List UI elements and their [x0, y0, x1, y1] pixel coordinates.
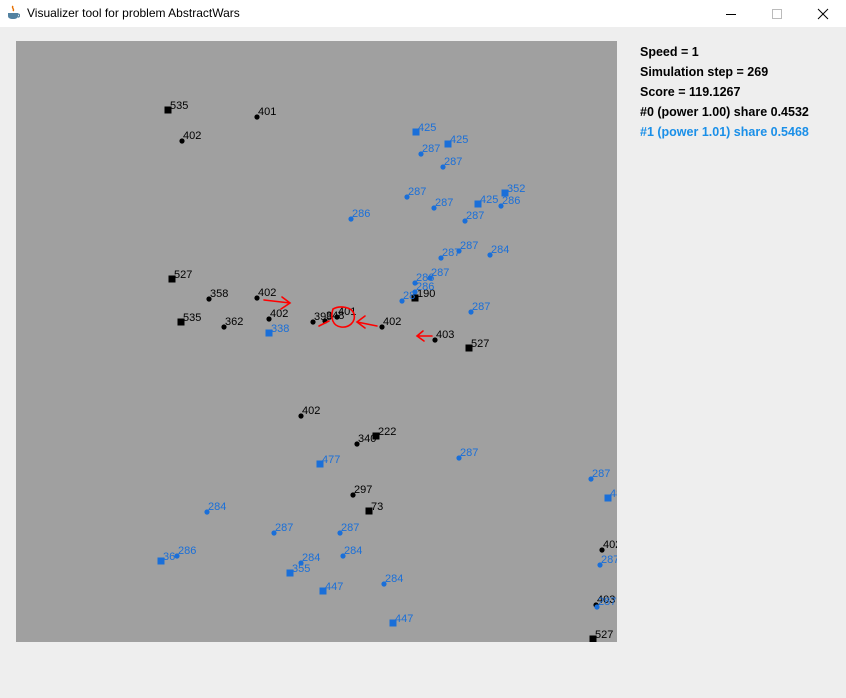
base-label: 425: [450, 134, 468, 146]
troop-label: 401: [258, 106, 276, 118]
base-label: 527: [595, 629, 613, 641]
base-label: 527: [471, 338, 489, 350]
base-label: 425: [418, 122, 436, 134]
troop-label: 284: [344, 545, 362, 557]
base-label: 489: [610, 488, 617, 500]
troop-label: 28: [403, 290, 415, 302]
troop-label: 287: [598, 596, 616, 608]
troop-label: 403: [436, 329, 454, 341]
troop-label: 287: [460, 240, 478, 252]
troop-label: 402: [383, 316, 401, 328]
troop-label: 287: [341, 522, 359, 534]
troop-label: 287: [408, 186, 426, 198]
troop-label: 287: [435, 197, 453, 209]
troop-label: 287: [592, 468, 610, 480]
troop-label: 402: [270, 308, 288, 320]
troop-label: 287: [466, 210, 484, 222]
base-label: 477: [322, 454, 340, 466]
base-label: 36: [163, 551, 175, 563]
troop-label: 287: [422, 143, 440, 155]
maximize-button[interactable]: [754, 0, 800, 27]
minimize-icon: [726, 14, 736, 15]
troop-label: 362: [225, 316, 243, 328]
troop-label: 402: [183, 130, 201, 142]
visualizer-window: Visualizer tool for problem AbstractWars…: [0, 0, 846, 698]
troop-label: 286: [178, 545, 196, 557]
troop-label: 284: [385, 573, 403, 585]
base-label: 222: [378, 426, 396, 438]
troop-label: 402: [603, 539, 617, 551]
troop-label: 297: [354, 484, 372, 496]
troop-label: 284: [208, 501, 226, 513]
base-label: 535: [170, 100, 188, 112]
troop-label: 286: [502, 195, 520, 207]
troop-label: 287: [601, 554, 617, 566]
base-label: 447: [395, 613, 413, 625]
base-label: 73: [371, 501, 383, 513]
speed-readout: Speed = 1: [640, 45, 699, 59]
window-title: Visualizer tool for problem AbstractWars: [27, 6, 240, 20]
simulation-step-readout: Simulation step = 269: [640, 65, 769, 79]
troop-label: 287: [442, 247, 460, 259]
close-button[interactable]: [800, 0, 846, 27]
player1-share: #1 (power 1.01) share 0.5468: [640, 125, 809, 139]
base-label: 447: [325, 581, 343, 593]
troop-label: 287: [472, 301, 490, 313]
simulation-field[interactable]: 5355275355272227352719042542535242533847…: [16, 41, 617, 642]
base-label: 338: [271, 323, 289, 335]
troop-label: 286: [352, 208, 370, 220]
maximize-icon: [772, 9, 782, 19]
base-label: 527: [174, 269, 192, 281]
base-label: 352: [507, 183, 525, 195]
troop-label: 358: [210, 288, 228, 300]
base-label: 425: [480, 194, 498, 206]
player0-share: #0 (power 1.00) share 0.4532: [640, 105, 809, 119]
score-readout: Score = 119.1267: [640, 85, 741, 99]
troop-label: 287: [460, 447, 478, 459]
close-icon: [817, 8, 829, 20]
troop-label: 284: [302, 552, 320, 564]
stats-panel: Speed = 1 Simulation step = 269 Score = …: [640, 44, 809, 144]
troop-label: 402: [258, 287, 276, 299]
java-app-icon: [8, 5, 20, 19]
troop-label: 284: [491, 244, 509, 256]
minimize-button[interactable]: [708, 0, 754, 27]
title-bar[interactable]: Visualizer tool for problem AbstractWars: [0, 0, 846, 27]
troop-label: 340: [358, 433, 376, 445]
troop-label: 287: [275, 522, 293, 534]
base-label: 535: [183, 312, 201, 324]
troop-label: 402: [302, 405, 320, 417]
troop-label: 287: [444, 156, 462, 168]
troop-label: 286: [416, 281, 434, 293]
